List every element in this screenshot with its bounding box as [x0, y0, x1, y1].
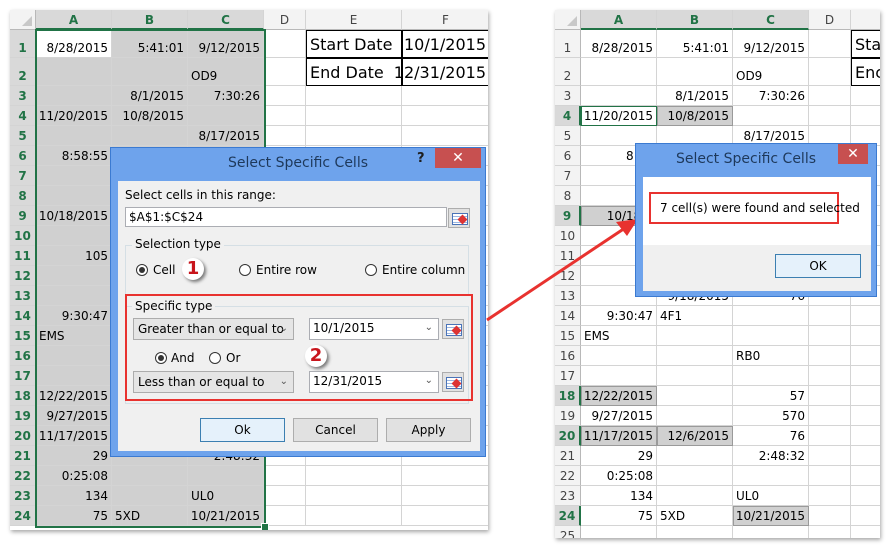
range-label: Select cells in this range: — [125, 188, 276, 202]
step-1-badge: 1 — [182, 258, 204, 280]
range-input[interactable]: $A$1:$C$24 — [125, 207, 447, 227]
close-icon: ✕ — [847, 146, 859, 162]
result-dialog: Select Specific Cells ✕ 7 cell(s) were f… — [635, 143, 877, 297]
range-picker-button[interactable] — [448, 208, 470, 228]
close-button[interactable]: ✕ — [435, 148, 481, 168]
condition1-dropdown[interactable]: Greater than or equal to ⌄ — [133, 318, 294, 340]
dialog-body: Select cells in this range: $A$1:$C$24 S… — [118, 181, 480, 451]
ok-button[interactable]: Ok — [200, 418, 285, 442]
radio-entire-row-label[interactable]: Entire row — [256, 263, 317, 277]
apply-button[interactable]: Apply — [386, 418, 471, 442]
result-ok-button[interactable]: OK — [775, 254, 861, 278]
radio-cell[interactable] — [136, 264, 148, 276]
close-icon: ✕ — [452, 150, 464, 166]
radio-or[interactable] — [209, 352, 221, 364]
radio-entire-column[interactable] — [365, 264, 377, 276]
dialog-title: Select Specific Cells — [227, 155, 369, 171]
help-button[interactable]: ? — [417, 151, 425, 166]
radio-or-label[interactable]: Or — [226, 351, 240, 365]
result-message: 7 cell(s) were found and selected — [660, 201, 860, 215]
select-specific-cells-dialog: Select Specific Cells ? ✕ Select cells i… — [110, 147, 486, 457]
value1-combo[interactable]: 10/1/2015 ⌄ — [309, 318, 439, 340]
value1-text: 10/1/2015 — [313, 321, 375, 335]
condition2-dropdown[interactable]: Less than or equal to ⌄ — [133, 371, 294, 393]
result-dialog-body: 7 cell(s) were found and selected OK — [643, 177, 871, 291]
radio-cell-label[interactable]: Cell — [153, 263, 175, 277]
step-2-badge: 2 — [305, 345, 327, 367]
condition2-value: Less than or equal to — [138, 375, 265, 389]
chevron-down-icon: ⌄ — [279, 376, 288, 387]
chevron-down-icon: ⌄ — [424, 375, 433, 386]
chevron-down-icon: ⌄ — [424, 322, 433, 333]
radio-entire-row[interactable] — [239, 264, 251, 276]
value2-picker-button[interactable] — [442, 372, 464, 392]
value2-text: 12/31/2015 — [313, 374, 383, 388]
chevron-down-icon: ⌄ — [279, 323, 288, 334]
result-close-button[interactable]: ✕ — [838, 144, 868, 164]
radio-and[interactable] — [155, 352, 167, 364]
selection-type-label: Selection type — [132, 237, 224, 251]
radio-and-label[interactable]: And — [171, 351, 194, 365]
radio-entire-column-label[interactable]: Entire column — [382, 263, 465, 277]
specific-type-label: Specific type — [132, 299, 216, 313]
cancel-button[interactable]: Cancel — [293, 418, 378, 442]
value1-picker-button[interactable] — [442, 319, 464, 339]
condition1-value: Greater than or equal to — [138, 322, 284, 336]
value2-combo[interactable]: 12/31/2015 ⌄ — [309, 371, 439, 393]
